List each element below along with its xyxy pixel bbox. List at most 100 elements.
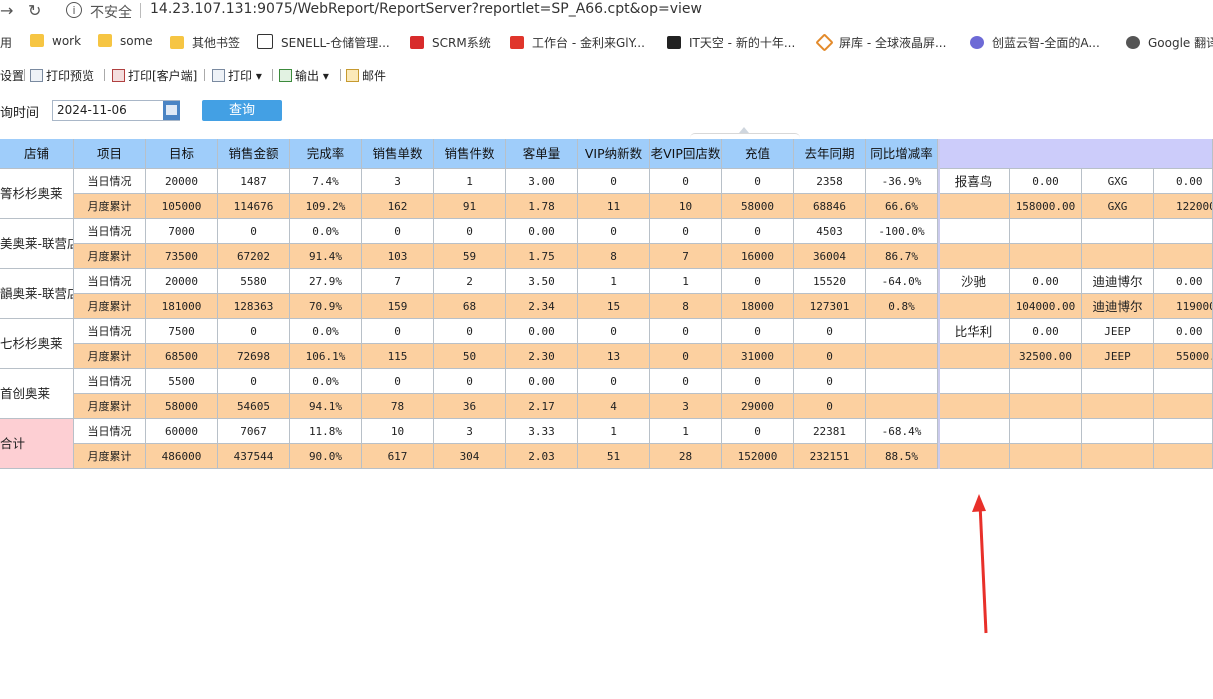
bookmark-item[interactable]: SCRM系统 bbox=[410, 34, 491, 51]
date-input[interactable]: 2024-11-06 bbox=[52, 100, 180, 121]
table-cell: 68 bbox=[434, 294, 506, 319]
table-cell: 3.33 bbox=[506, 419, 578, 444]
collapse-bar bbox=[690, 133, 800, 138]
brand-cell bbox=[938, 294, 1010, 319]
brand-cell: JEEP bbox=[1082, 344, 1154, 369]
table-cell: 78 bbox=[362, 394, 434, 419]
table-cell: 0 bbox=[650, 344, 722, 369]
url-field[interactable]: 14.23.107.131:9075/WebReport/ReportServe… bbox=[150, 1, 702, 17]
export-button[interactable]: 输出 ▾ bbox=[279, 67, 329, 84]
bookmark-item[interactable]: SENELL-仓储管理... bbox=[257, 34, 390, 51]
table-cell: 1 bbox=[650, 419, 722, 444]
table-cell: 67202 bbox=[218, 244, 290, 269]
table-cell: 0 bbox=[218, 219, 290, 244]
brand-cell: 104000.00 bbox=[1010, 294, 1082, 319]
calendar-icon[interactable] bbox=[163, 101, 180, 120]
table-cell: 91 bbox=[434, 194, 506, 219]
row-item-label: 当日情况 bbox=[74, 169, 146, 194]
reload-icon[interactable]: ↻ bbox=[28, 1, 41, 20]
table-cell: 127301 bbox=[794, 294, 866, 319]
row-item-label: 当日情况 bbox=[74, 219, 146, 244]
table-cell: 36 bbox=[434, 394, 506, 419]
table-cell: 0 bbox=[434, 319, 506, 344]
bookmark-label: work bbox=[52, 34, 82, 48]
bookmark-item[interactable]: 屏库 - 全球液晶屏... bbox=[815, 33, 946, 52]
mail-button[interactable]: 邮件 bbox=[346, 67, 386, 84]
table-cell: 7 bbox=[650, 244, 722, 269]
insecure-label[interactable]: 不安全 bbox=[90, 2, 132, 22]
table-cell: 0 bbox=[362, 319, 434, 344]
table-cell: 90.0% bbox=[290, 444, 362, 469]
column-header: 充值 bbox=[722, 139, 794, 169]
print-preview-icon bbox=[30, 69, 43, 82]
table-cell: 54605 bbox=[218, 394, 290, 419]
table-cell: 0 bbox=[794, 394, 866, 419]
table-cell: 162 bbox=[362, 194, 434, 219]
table-cell: 27.9% bbox=[290, 269, 362, 294]
print-preview-button[interactable]: 打印预览 bbox=[30, 67, 94, 84]
print-client-button[interactable]: 打印[客户端] bbox=[112, 67, 197, 84]
collapse-arrow-icon[interactable] bbox=[739, 127, 749, 133]
column-header: 目标 bbox=[146, 139, 218, 169]
table-cell: 7000 bbox=[146, 219, 218, 244]
store-name: 七杉杉奥莱 bbox=[0, 319, 74, 369]
table-cell: 2 bbox=[434, 269, 506, 294]
table-cell: 1 bbox=[578, 269, 650, 294]
query-button[interactable]: 查询 bbox=[202, 100, 282, 121]
table-cell: 28 bbox=[650, 444, 722, 469]
bookmark-item[interactable]: IT天空 - 新的十年... bbox=[667, 34, 795, 51]
diamond-icon bbox=[815, 33, 834, 52]
table-cell: 13 bbox=[578, 344, 650, 369]
table-cell: 0 bbox=[434, 219, 506, 244]
brand-cell bbox=[1082, 444, 1154, 469]
table-cell: 0.8% bbox=[866, 294, 938, 319]
brand-cell bbox=[1154, 444, 1213, 469]
column-header: 店铺 bbox=[0, 139, 74, 169]
toolbar-divider bbox=[204, 69, 205, 81]
brand-cell bbox=[938, 419, 1010, 444]
print-client-label: 打印[客户端] bbox=[128, 69, 198, 83]
table-cell: 94.1% bbox=[290, 394, 362, 419]
table-cell: -36.9% bbox=[866, 169, 938, 194]
table-cell: 1 bbox=[434, 169, 506, 194]
table-cell: 0 bbox=[722, 219, 794, 244]
table-cell: 70.9% bbox=[290, 294, 362, 319]
bookmark-item[interactable]: work bbox=[30, 34, 81, 48]
bookmark-item[interactable]: 工作台 - 金利来GlY... bbox=[510, 34, 645, 51]
bookmark-item[interactable]: 创蓝云智-全面的A... bbox=[970, 34, 1100, 51]
row-item-label: 月度累计 bbox=[74, 444, 146, 469]
table-cell: 486000 bbox=[146, 444, 218, 469]
table-cell: 58000 bbox=[722, 194, 794, 219]
bookmark-item[interactable]: 其他书签 bbox=[170, 34, 240, 51]
table-cell: -68.4% bbox=[866, 419, 938, 444]
brand-cell bbox=[1154, 244, 1213, 269]
bookmark-item[interactable]: some bbox=[98, 34, 153, 48]
table-cell: 105000 bbox=[146, 194, 218, 219]
brand-cell: 0.00 bbox=[1154, 269, 1213, 294]
sw-icon bbox=[410, 36, 424, 49]
table-cell: 617 bbox=[362, 444, 434, 469]
brand-cell bbox=[1010, 419, 1082, 444]
info-icon[interactable]: i bbox=[66, 2, 82, 18]
forward-icon[interactable]: → bbox=[0, 1, 13, 20]
toolbar-divider bbox=[104, 69, 105, 81]
header-blank bbox=[938, 139, 1213, 169]
column-header: 老VIP回店数 bbox=[650, 139, 722, 169]
print-button[interactable]: 打印 ▾ bbox=[212, 67, 262, 84]
table-cell: 0.0% bbox=[290, 319, 362, 344]
table-cell: -64.0% bbox=[866, 269, 938, 294]
table-cell: 152000 bbox=[722, 444, 794, 469]
table-cell: 36004 bbox=[794, 244, 866, 269]
table-cell: 232151 bbox=[794, 444, 866, 469]
table-cell: 128363 bbox=[218, 294, 290, 319]
table-cell: 0 bbox=[722, 419, 794, 444]
table-cell: 0 bbox=[578, 369, 650, 394]
bookmark-item[interactable]: Google 翻译 bbox=[1126, 34, 1213, 51]
bookmark-label: SENELL-仓储管理... bbox=[281, 36, 390, 50]
bookmark-item[interactable]: 用 bbox=[0, 34, 12, 51]
store-name: 箐杉杉奥莱 bbox=[0, 169, 74, 219]
table-cell bbox=[866, 319, 938, 344]
table-cell: 0 bbox=[722, 369, 794, 394]
settings-button[interactable]: 设置 bbox=[0, 67, 24, 84]
column-header: 完成率 bbox=[290, 139, 362, 169]
